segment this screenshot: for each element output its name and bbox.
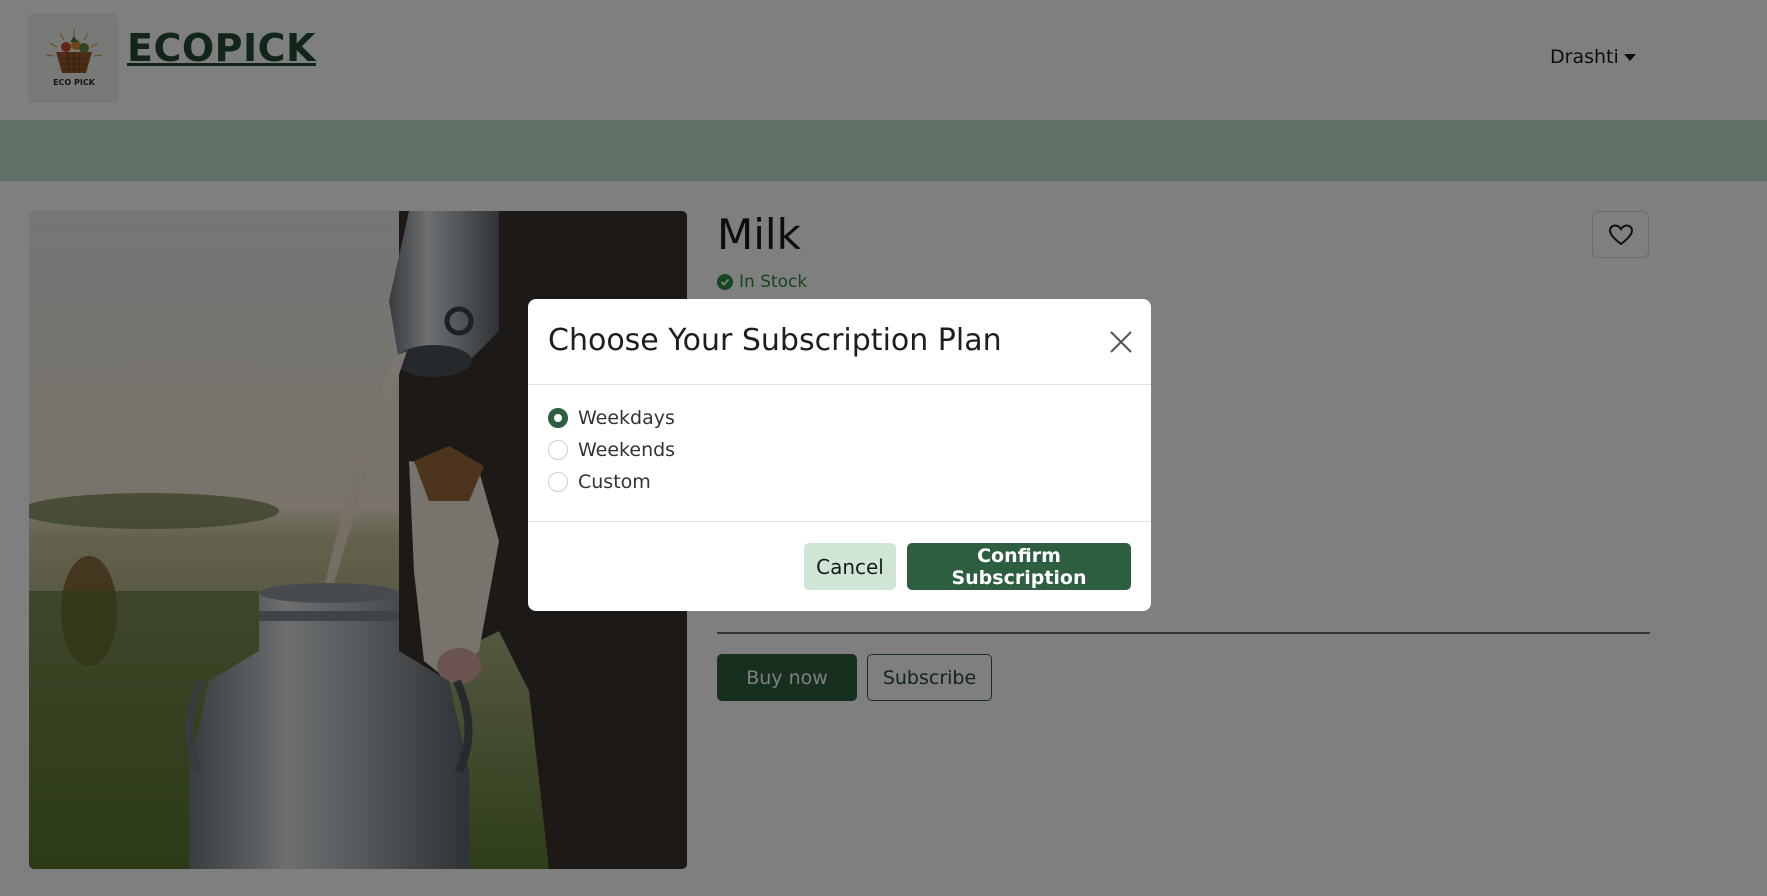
cancel-button[interactable]: Cancel [804,543,896,590]
radio-weekdays[interactable] [548,408,568,428]
plan-option-label: Custom [578,471,651,493]
radio-weekends[interactable] [548,440,568,460]
modal-body: Weekdays Weekends Custom [528,386,1151,522]
close-button[interactable] [1106,327,1136,357]
plan-option-label: Weekdays [578,407,675,429]
subscription-modal: Choose Your Subscription Plan Weekdays W… [528,299,1151,611]
modal-title: Choose Your Subscription Plan [548,323,1002,358]
plan-option-weekdays[interactable]: Weekdays [548,407,675,429]
modal-header: Choose Your Subscription Plan [528,299,1151,385]
confirm-subscription-button[interactable]: Confirm Subscription [907,543,1131,590]
close-icon [1110,331,1132,353]
radio-custom[interactable] [548,472,568,492]
plan-option-label: Weekends [578,439,676,461]
plan-option-custom[interactable]: Custom [548,471,651,493]
plan-option-weekends[interactable]: Weekends [548,439,675,461]
